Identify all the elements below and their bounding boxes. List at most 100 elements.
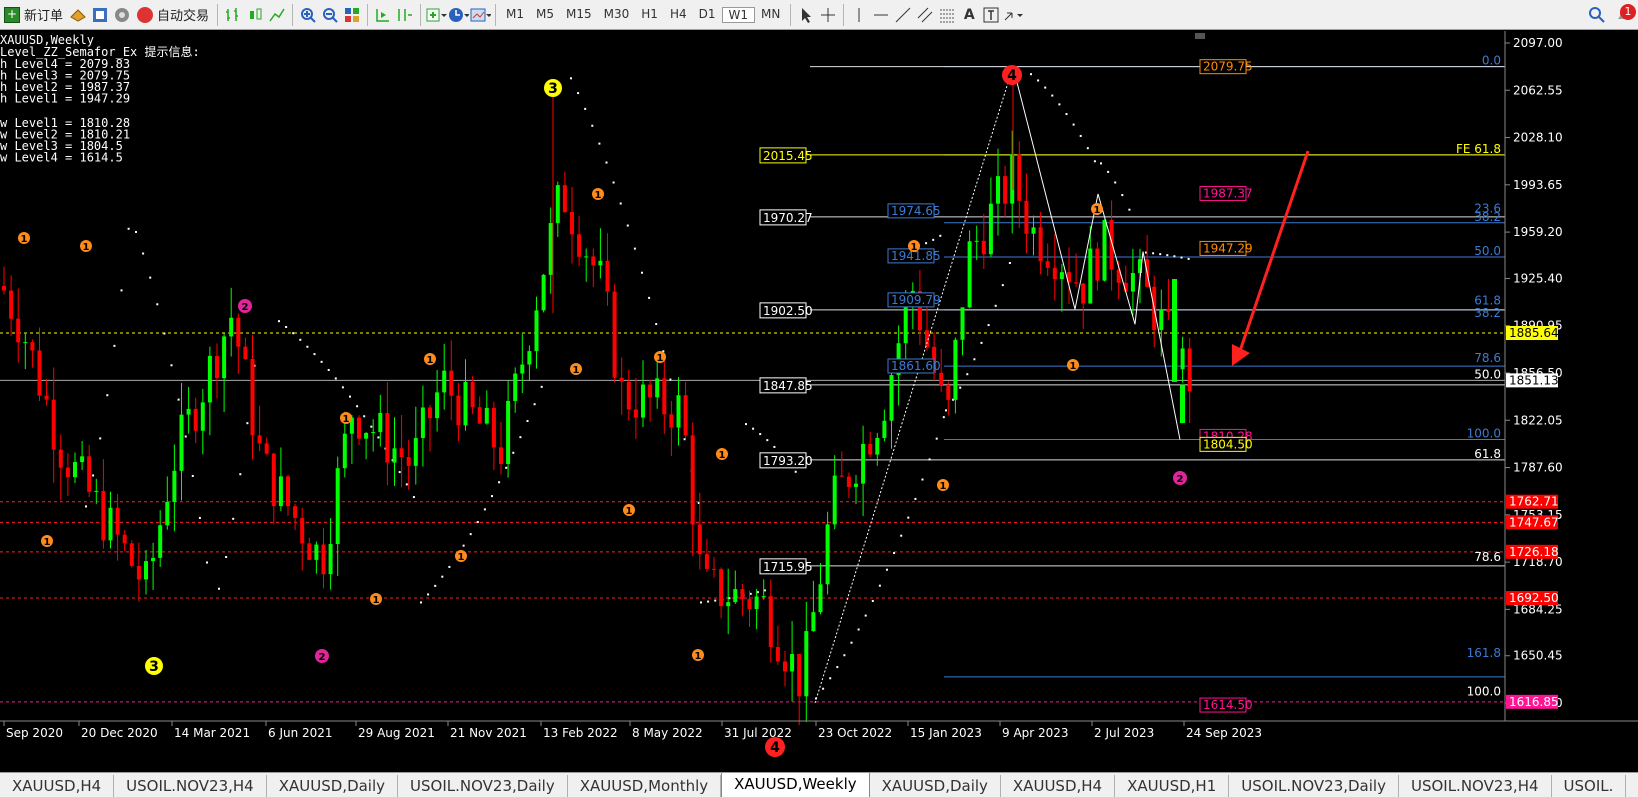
trendline-icon[interactable]	[892, 4, 914, 26]
timeframe-m30[interactable]: M30	[598, 7, 636, 23]
candle-body	[648, 384, 653, 398]
sar-dot	[519, 436, 522, 439]
timeframe-mn[interactable]: MN	[755, 7, 786, 23]
candle-body	[1045, 261, 1050, 268]
sar-dot	[156, 303, 159, 306]
chart-tab[interactable]: XAUUSD,H1	[1115, 775, 1230, 797]
tile-windows-icon[interactable]	[341, 4, 363, 26]
candle-body	[903, 302, 908, 344]
sar-dot	[925, 242, 928, 245]
candle-body	[981, 240, 986, 255]
fib-ratio-label: 78.6	[1474, 550, 1501, 564]
market-watch-icon[interactable]	[89, 4, 111, 26]
horizontal-line-icon[interactable]	[870, 4, 892, 26]
chart-window[interactable]: 0.0 FE 61.8 23.6 38.2 50.0 61.8 38.2 78.6 50.0 10…	[0, 31, 1638, 772]
candle-body	[37, 350, 42, 396]
auto-trade-button[interactable]: 自动交易	[133, 3, 213, 27]
chart-tab[interactable]: XAUUSD,H4	[1001, 775, 1116, 797]
auto-scroll-icon[interactable]	[372, 4, 394, 26]
candle-body	[371, 432, 376, 434]
sar-dot	[939, 234, 942, 237]
price-label: 1650.45	[1513, 649, 1563, 663]
candle-body	[690, 435, 695, 525]
candle-body	[328, 544, 333, 575]
cursor-icon[interactable]	[795, 4, 817, 26]
level-box-label: 1847.85	[763, 379, 813, 393]
candle-body	[378, 412, 383, 433]
search-icon[interactable]	[1586, 4, 1608, 26]
arrows-icon[interactable]	[1002, 4, 1024, 26]
candle-body	[612, 291, 617, 378]
timeframe-h4[interactable]: H4	[664, 7, 693, 23]
sar-dot	[1044, 86, 1047, 89]
fibonacci-icon[interactable]	[936, 4, 958, 26]
timeframe-w1[interactable]: W1	[721, 6, 755, 23]
text-label-icon[interactable]	[980, 4, 1002, 26]
chart-tab[interactable]: XAUUSD,Daily	[267, 775, 399, 797]
sar-dot	[619, 202, 622, 205]
candle-body	[626, 381, 631, 410]
line-chart-icon[interactable]	[266, 4, 288, 26]
history-icon[interactable]	[67, 4, 89, 26]
chart-tab[interactable]: XAUUSD,Daily	[870, 775, 1001, 797]
sar-dot	[1058, 103, 1061, 106]
price-chart[interactable]: 0.0FE 61.823.638.250.061.838.278.650.010…	[0, 31, 1638, 772]
bar-chart-icon[interactable]	[222, 4, 244, 26]
sar-dot	[469, 533, 472, 536]
chart-tab[interactable]: USOIL.	[1552, 775, 1627, 797]
chart-tab[interactable]: XAUUSD,Monthly	[568, 775, 722, 797]
sar-dot	[1030, 73, 1032, 76]
sar-dot	[850, 641, 853, 644]
timeframe-d1[interactable]: D1	[693, 7, 722, 23]
signal-icon[interactable]	[111, 4, 133, 26]
candle-body	[655, 378, 660, 398]
chart-tab[interactable]: USOIL.NOV23,Daily	[398, 775, 568, 797]
chart-tab[interactable]: USOIL.NOV23,H4	[114, 775, 267, 797]
chart-shift-icon[interactable]	[394, 4, 416, 26]
candle-body	[335, 468, 340, 545]
candle-body	[144, 561, 148, 580]
candle-body	[712, 568, 716, 570]
zoom-out-icon[interactable]	[319, 4, 341, 26]
sar-dot	[412, 496, 415, 499]
fib-ratio-label: 100.0	[1467, 427, 1501, 441]
sar-dot	[591, 124, 594, 127]
sar-dot	[1152, 252, 1155, 255]
sar-dot	[246, 422, 249, 425]
templates-icon[interactable]	[469, 4, 492, 26]
sar-dot	[914, 497, 917, 500]
candle-body	[1081, 283, 1086, 304]
sar-dot	[341, 386, 344, 389]
new-order-button[interactable]: + 新订单	[0, 3, 67, 27]
sar-dot	[633, 247, 636, 250]
candle-body	[797, 654, 802, 697]
vertical-line-icon[interactable]	[848, 4, 870, 26]
chart-tab[interactable]: XAUUSD,Weekly	[721, 773, 870, 797]
candle-body	[1166, 309, 1171, 312]
level-box-label: 1715.95	[763, 560, 813, 574]
crosshair-icon[interactable]	[817, 4, 839, 26]
sar-dot	[142, 252, 145, 255]
sar-dot	[232, 517, 235, 520]
sar-dot	[605, 161, 608, 164]
timeframe-m5[interactable]: M5	[530, 7, 560, 23]
text-tool-icon[interactable]: A	[958, 4, 980, 26]
chart-tab[interactable]: XAUUSD,H4	[0, 775, 115, 797]
timeframe-h1[interactable]: H1	[635, 7, 664, 23]
chart-tab[interactable]: USOIL.NOV23,Daily	[1229, 775, 1399, 797]
timeframe-m15[interactable]: M15	[560, 7, 598, 23]
candle-body	[662, 378, 667, 415]
notifications-bell-icon[interactable]: 1	[1608, 3, 1638, 26]
indicators-icon[interactable]	[425, 4, 448, 26]
candle-body	[449, 370, 454, 396]
chart-tab[interactable]: USOIL.NOV23,H4	[1399, 775, 1552, 797]
fib-ratio-label: 0.0	[1482, 54, 1501, 68]
candle-body	[307, 543, 312, 560]
timeframe-m1[interactable]: M1	[500, 7, 530, 23]
channel-icon[interactable]	[914, 4, 936, 26]
periodicity-icon[interactable]	[447, 4, 470, 26]
candle-body	[570, 211, 574, 235]
sar-dot	[285, 325, 288, 328]
candle-chart-icon[interactable]	[244, 4, 266, 26]
zoom-in-icon[interactable]	[297, 4, 319, 26]
